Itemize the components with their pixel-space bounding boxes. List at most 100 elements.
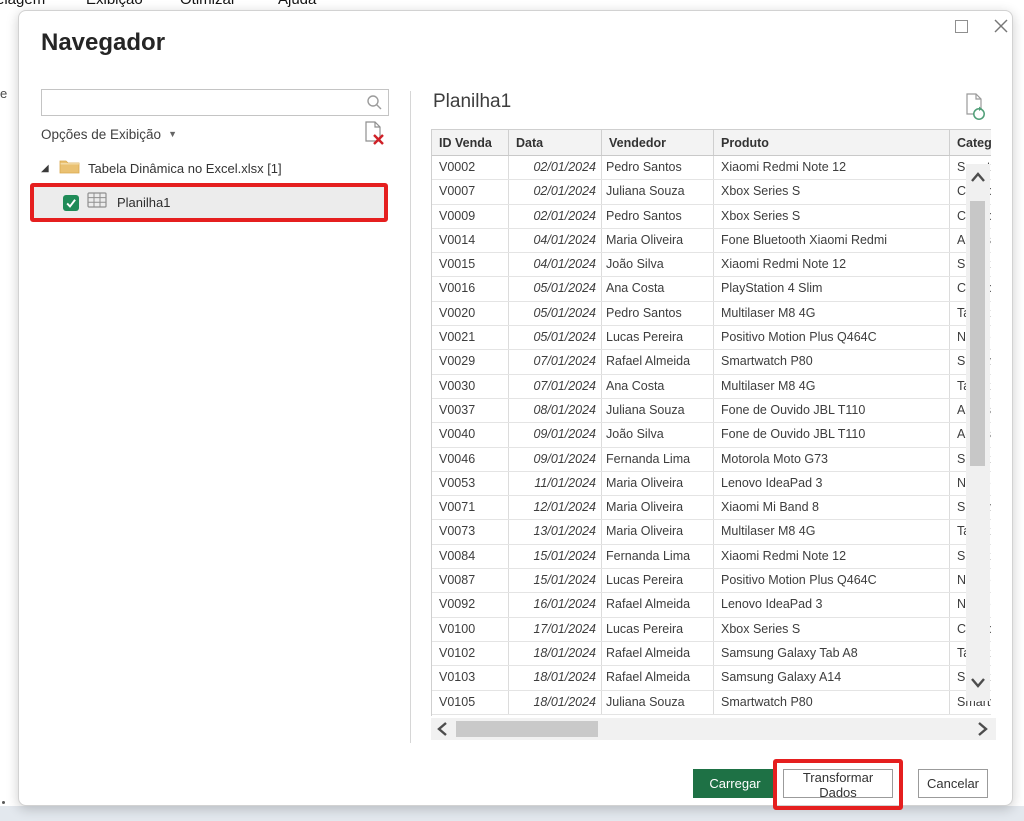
vertical-scrollbar[interactable] xyxy=(966,164,990,701)
cell-data: 13/01/2024 xyxy=(509,520,602,543)
cell-id-venda: V0009 xyxy=(432,205,509,228)
cell-id-venda: V0007 xyxy=(432,180,509,203)
cell-id-venda: V0084 xyxy=(432,545,509,568)
maximize-icon[interactable] xyxy=(955,20,968,33)
cell-vendedor: Juliana Souza xyxy=(602,180,714,203)
cell-produto: Samsung Galaxy Tab A8 xyxy=(714,642,950,665)
scroll-up-icon[interactable] xyxy=(970,170,986,188)
cell-id-venda: V0015 xyxy=(432,253,509,276)
table-row: V0016 05/01/2024 Ana Costa PlayStation 4… xyxy=(432,277,991,301)
horizontal-scrollbar-thumb[interactable] xyxy=(456,721,598,737)
dialog-title: Navegador xyxy=(41,29,165,57)
table-row: V0103 18/01/2024 Rafael Almeida Samsung … xyxy=(432,666,991,690)
cell-data: 04/01/2024 xyxy=(509,229,602,252)
cell-vendedor: Ana Costa xyxy=(602,277,714,300)
cell-data: 07/01/2024 xyxy=(509,350,602,373)
column-header-categoria: Categoria xyxy=(950,130,991,155)
scroll-right-icon[interactable] xyxy=(977,721,988,742)
cell-id-venda: V0073 xyxy=(432,520,509,543)
search-input[interactable] xyxy=(46,91,362,114)
cell-id-venda: V0037 xyxy=(432,399,509,422)
vertical-scrollbar-thumb[interactable] xyxy=(970,201,985,466)
cell-produto: Multilaser M8 4G xyxy=(714,520,950,543)
cell-data: 18/01/2024 xyxy=(509,642,602,665)
cell-data: 08/01/2024 xyxy=(509,399,602,422)
cell-id-venda: V0102 xyxy=(432,642,509,665)
transform-data-button[interactable]: Transformar Dados xyxy=(783,769,893,798)
sheet-checkbox[interactable] xyxy=(63,195,79,211)
cell-vendedor: Juliana Souza xyxy=(602,399,714,422)
table-row: V0030 07/01/2024 Ana Costa Multilaser M8… xyxy=(432,375,991,399)
cell-data: 18/01/2024 xyxy=(509,666,602,689)
cell-produto: Motorola Moto G73 xyxy=(714,448,950,471)
load-button[interactable]: Carregar xyxy=(693,769,777,798)
cell-produto: Smartwatch P80 xyxy=(714,350,950,373)
cell-vendedor: Lucas Pereira xyxy=(602,326,714,349)
table-row: V0007 02/01/2024 Juliana Souza Xbox Seri… xyxy=(432,180,991,204)
scroll-left-icon[interactable] xyxy=(437,721,448,742)
cell-id-venda: V0016 xyxy=(432,277,509,300)
menu-item-modelagem[interactable]: elagem xyxy=(0,0,45,8)
table-row: V0087 15/01/2024 Lucas Pereira Positivo … xyxy=(432,569,991,593)
cell-id-venda: V0071 xyxy=(432,496,509,519)
cell-produto: Fone de Ouvido JBL T110 xyxy=(714,423,950,446)
cell-id-venda: V0087 xyxy=(432,569,509,592)
scroll-down-icon[interactable] xyxy=(970,675,986,693)
background-edge-text: e xyxy=(0,86,7,101)
table-row: V0100 17/01/2024 Lucas Pereira Xbox Seri… xyxy=(432,618,991,642)
cell-vendedor: Pedro Santos xyxy=(602,156,714,179)
table-row: V0092 16/01/2024 Rafael Almeida Lenovo I… xyxy=(432,593,991,617)
cell-id-venda: V0053 xyxy=(432,472,509,495)
search-box xyxy=(41,89,389,116)
cell-data: 15/01/2024 xyxy=(509,569,602,592)
desktop-strip xyxy=(0,806,1024,821)
cell-vendedor: Maria Oliveira xyxy=(602,496,714,519)
table-row: V0020 05/01/2024 Pedro Santos Multilaser… xyxy=(432,302,991,326)
cell-data: 07/01/2024 xyxy=(509,375,602,398)
menu-item-ajuda[interactable]: Ajuda xyxy=(278,0,316,8)
cell-produto: Xiaomi Redmi Note 12 xyxy=(714,545,950,568)
cell-produto: Fone de Ouvido JBL T110 xyxy=(714,399,950,422)
menu-item-exibicao[interactable]: Exibição xyxy=(86,0,143,8)
cell-vendedor: Fernanda Lima xyxy=(602,448,714,471)
table-header-row: ID Venda Data Vendedor Produto Categoria xyxy=(432,129,991,156)
refresh-preview-icon[interactable] xyxy=(963,93,987,121)
navigator-dialog: Navegador Opções de Exibição▼ ◢ xyxy=(18,10,1013,806)
cell-data: 11/01/2024 xyxy=(509,472,602,495)
cell-vendedor: Rafael Almeida xyxy=(602,593,714,616)
cell-id-venda: V0040 xyxy=(432,423,509,446)
cancel-refresh-icon[interactable] xyxy=(363,121,385,145)
menu-item-otimizar[interactable]: Otimizar xyxy=(180,0,236,8)
cell-id-venda: V0100 xyxy=(432,618,509,641)
cell-data: 02/01/2024 xyxy=(509,205,602,228)
cell-id-venda: V0021 xyxy=(432,326,509,349)
cell-vendedor: João Silva xyxy=(602,253,714,276)
tree-item-sheet[interactable]: Planilha1 xyxy=(34,187,386,218)
cell-data: 05/01/2024 xyxy=(509,277,602,300)
expander-icon[interactable]: ◢ xyxy=(41,163,59,174)
close-icon[interactable] xyxy=(992,17,1010,35)
cell-vendedor: Pedro Santos xyxy=(602,302,714,325)
table-row: V0046 09/01/2024 Fernanda Lima Motorola … xyxy=(432,448,991,472)
cell-data: 02/01/2024 xyxy=(509,156,602,179)
chevron-down-icon: ▼ xyxy=(168,129,177,139)
display-options-dropdown[interactable]: Opções de Exibição▼ xyxy=(41,127,177,142)
cell-produto: Xbox Series S xyxy=(714,180,950,203)
cell-vendedor: Maria Oliveira xyxy=(602,229,714,252)
tree-item-workbook[interactable]: ◢ Tabela Dinâmica no Excel.xlsx [1] xyxy=(41,157,282,179)
cell-produto: Xiaomi Redmi Note 12 xyxy=(714,156,950,179)
search-icon xyxy=(366,94,384,117)
table-row: V0037 08/01/2024 Juliana Souza Fone de O… xyxy=(432,399,991,423)
cell-vendedor: Pedro Santos xyxy=(602,205,714,228)
cancel-button[interactable]: Cancelar xyxy=(918,769,988,798)
column-header-produto: Produto xyxy=(714,130,950,155)
cell-data: 04/01/2024 xyxy=(509,253,602,276)
cell-id-venda: V0014 xyxy=(432,229,509,252)
horizontal-scrollbar[interactable] xyxy=(431,718,996,740)
cell-vendedor: Rafael Almeida xyxy=(602,666,714,689)
cell-produto: Xiaomi Mi Band 8 xyxy=(714,496,950,519)
cell-id-venda: V0092 xyxy=(432,593,509,616)
cell-data: 05/01/2024 xyxy=(509,326,602,349)
table-row: V0102 18/01/2024 Rafael Almeida Samsung … xyxy=(432,642,991,666)
cell-vendedor: Ana Costa xyxy=(602,375,714,398)
